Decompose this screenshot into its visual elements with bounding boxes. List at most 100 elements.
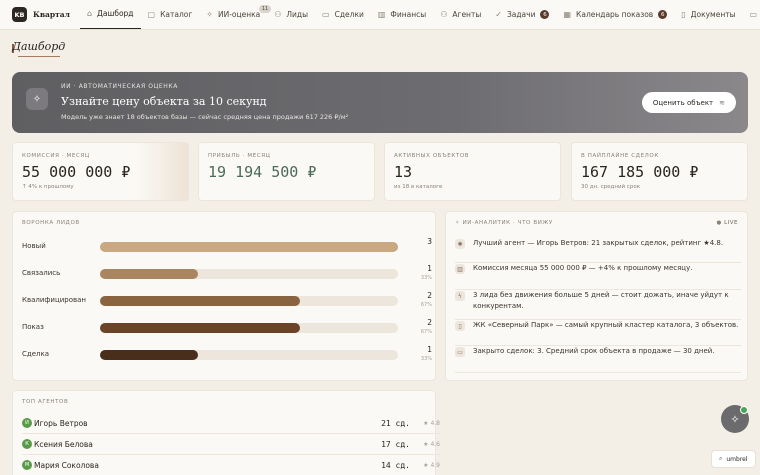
lead-funnel-panel: ВОРОНКА ЛИДОВ Новый 3 Связались 1 33% Квалифи… — [12, 211, 436, 381]
ai-insight: ▥ Комиссия месяца 55 000 000 ₽ — +4% к пр… — [455, 263, 741, 290]
deals-icon: ▭ — [322, 10, 330, 19]
kpi-card-pipeline: В ПАЙПЛАЙНЕ СДЕЛОК 167 185 000 ₽ 30 дн. … — [571, 142, 748, 201]
ai-insight-text: ЖК «Северный Парк» — самый крупный класт… — [473, 321, 739, 329]
funnel-row: Квалифицирован 2 67% — [22, 291, 432, 311]
funnel-count: 2 — [427, 291, 432, 300]
umbrel-badge[interactable]: ⌕ umbrel — [711, 450, 756, 468]
nav-item-label: Каталог — [160, 10, 193, 19]
funnel-bar — [100, 242, 398, 252]
funnel-percent: 67% — [420, 302, 432, 308]
kpi-card-active-objects: АКТИВНЫХ ОБЪЕКТОВ 13 из 18 в каталоге — [384, 142, 561, 201]
agents-icon: ⚇ — [440, 10, 448, 19]
building-icon: ▯ — [455, 321, 465, 331]
kpi-sub: 30 дн. средний срок — [581, 184, 641, 190]
kpi-label: ПРИБЫЛЬ · МЕСЯЦ — [208, 153, 271, 159]
ai-insight-text: 3 лида без движения больше 5 дней — стои… — [473, 291, 729, 310]
avatar: К — [22, 439, 32, 449]
funnel-bar — [100, 350, 199, 360]
sparkle-icon: ✧ — [730, 412, 740, 426]
brand-name: Квартал — [33, 10, 70, 19]
funnel-stage-label: Сделка — [22, 350, 50, 358]
ai-insight: ▭ Закрыто сделок: 3. Средний срок объекта… — [455, 346, 741, 373]
nav-item-9[interactable]: ▯ Документы — [674, 0, 742, 29]
nav-item-8[interactable]: ▦ Календарь показов 6 — [556, 0, 674, 29]
agent-rating: ★ 4.9 — [423, 461, 440, 469]
search-icon: ⌕ — [719, 455, 723, 462]
funnel-percent: 67% — [420, 329, 432, 335]
sparkle-icon: ✧ — [455, 220, 463, 226]
nav-item-7[interactable]: ✓ Задачи 6 — [488, 0, 556, 29]
nav-item-label: Календарь показов — [576, 10, 654, 19]
agent-rating: ★ 4.8 — [423, 419, 440, 427]
nav-item-2[interactable]: ✧ ИИ-оценка 11 — [199, 0, 272, 29]
nav-item-0[interactable]: ⌂ Дашборд — [79, 0, 141, 29]
funnel-stage-label: Квалифицирован — [22, 296, 86, 304]
funnel-track — [100, 269, 398, 279]
nav-item-label: ИИ-оценка — [217, 10, 261, 19]
tasks-icon: ✓ — [495, 10, 502, 19]
kpi-label: В ПАЙПЛАЙНЕ СДЕЛОК — [581, 153, 659, 159]
kpi-card-profit: ПРИБЫЛЬ · МЕСЯЦ 19 194 500 ₽ — [198, 142, 375, 201]
nav-item-5[interactable]: ▥ Финансы — [371, 0, 433, 29]
agent-row[interactable]: М Мария Соколова 14 сд. ★ 4.9 — [22, 455, 440, 475]
funnel-count: 1 — [427, 345, 432, 354]
funnel-row: Сделка 1 33% — [22, 345, 432, 365]
kpi-value: 19 194 500 ₽ — [208, 163, 317, 181]
lightning-icon: ϟ — [455, 291, 465, 301]
funnel-track — [100, 242, 398, 252]
agent-row[interactable]: И Игорь Ветров 21 сд. ★ 4.8 — [22, 413, 440, 434]
funnel-stage-label: Новый — [22, 242, 46, 250]
live-indicator: ● LIVE — [717, 220, 739, 226]
sparkle-icon: ✧ — [26, 88, 48, 110]
funnel-count: 3 — [427, 237, 432, 246]
agent-rating: ★ 4.6 — [423, 440, 440, 448]
agent-deals: 14 сд. — [381, 460, 410, 470]
agent-name: Игорь Ветров — [34, 418, 88, 428]
count-badge: 6 — [540, 10, 550, 19]
kpi-value: 167 185 000 ₽ — [581, 163, 699, 181]
ai-analyst-panel: ✧ ИИ-АНАЛИТИК · ЧТО ВИЖУ ● LIVE ✺ Лучший … — [445, 211, 748, 381]
nav-item-4[interactable]: ▭ Сделки — [315, 0, 371, 29]
ai-insight-text: Комиссия месяца 55 000 000 ₽ — +4% к про… — [473, 264, 693, 272]
catalog-icon: ▢ — [147, 10, 156, 19]
agent-name: Ксения Белова — [34, 439, 93, 449]
estimate-object-button[interactable]: Оценить объект ≋ — [641, 92, 736, 113]
umbrel-label: umbrel — [726, 455, 748, 463]
nav-item-label: Дашборд — [97, 9, 134, 18]
online-status-dot — [740, 406, 748, 414]
funnel-percent: 33% — [420, 275, 432, 281]
kpi-label: АКТИВНЫХ ОБЪЕКТОВ — [394, 153, 470, 159]
ai-valuation-banner: ✧ ИИ · АВТОМАТИЧЕСКАЯ ОЦЕНКА Узнайте цен… — [12, 72, 748, 133]
funnel-stage-label: Связались — [22, 269, 61, 277]
nav-item-3[interactable]: ⚇ Лиды — [267, 0, 315, 29]
ai-insight: ϟ 3 лида без движения больше 5 дней — сто… — [455, 290, 741, 320]
ai-insight: ✺ Лучший агент — Игорь Ветров: 21 закрыты… — [455, 238, 741, 263]
nav-item-1[interactable]: ▢ Каталог — [141, 0, 200, 29]
kpi-sub: из 18 в каталоге — [394, 184, 443, 190]
kpi-sub: ↑ 4% к прошлому — [22, 184, 74, 190]
banner-subtitle: Модель уже знает 18 объектов базы — сейч… — [61, 113, 349, 121]
agent-deals: 21 сд. — [381, 418, 410, 428]
home-icon: ⌂ — [86, 9, 93, 18]
agent-name: Мария Соколова — [34, 460, 99, 470]
layers-icon: ≋ — [719, 98, 725, 107]
top-nav: KB Квартал ⌂ Дашборд ▢ Каталог ✧ ИИ-оценка 11 ⚇… — [0, 0, 760, 30]
agent-row[interactable]: К Ксения Белова 17 сд. ★ 4.6 — [22, 434, 440, 455]
nav-item-6[interactable]: ⚇ Агенты — [433, 0, 488, 29]
kpi-label: КОМИССИЯ · МЕСЯЦ — [22, 153, 90, 159]
funnel-bar — [100, 269, 199, 279]
funnel-bar — [100, 296, 300, 306]
kpi-value: 55 000 000 ₽ — [22, 163, 131, 181]
knowledge-icon: ▭ — [749, 10, 758, 19]
estimate-object-button-label: Оценить объект — [652, 98, 714, 107]
nav-item-10[interactable]: ▭База знан — [743, 0, 760, 29]
nav-item-label: Документы — [690, 10, 736, 19]
funnel-count: 1 — [427, 264, 432, 273]
brand[interactable]: KB Квартал — [12, 7, 70, 22]
avatar: И — [22, 418, 32, 428]
briefcase-icon: ▭ — [455, 347, 465, 357]
live-label: LIVE — [724, 220, 738, 226]
funnel-track — [100, 323, 398, 333]
nav-item-label: Агенты — [452, 10, 482, 19]
funnel-bar — [100, 323, 300, 333]
